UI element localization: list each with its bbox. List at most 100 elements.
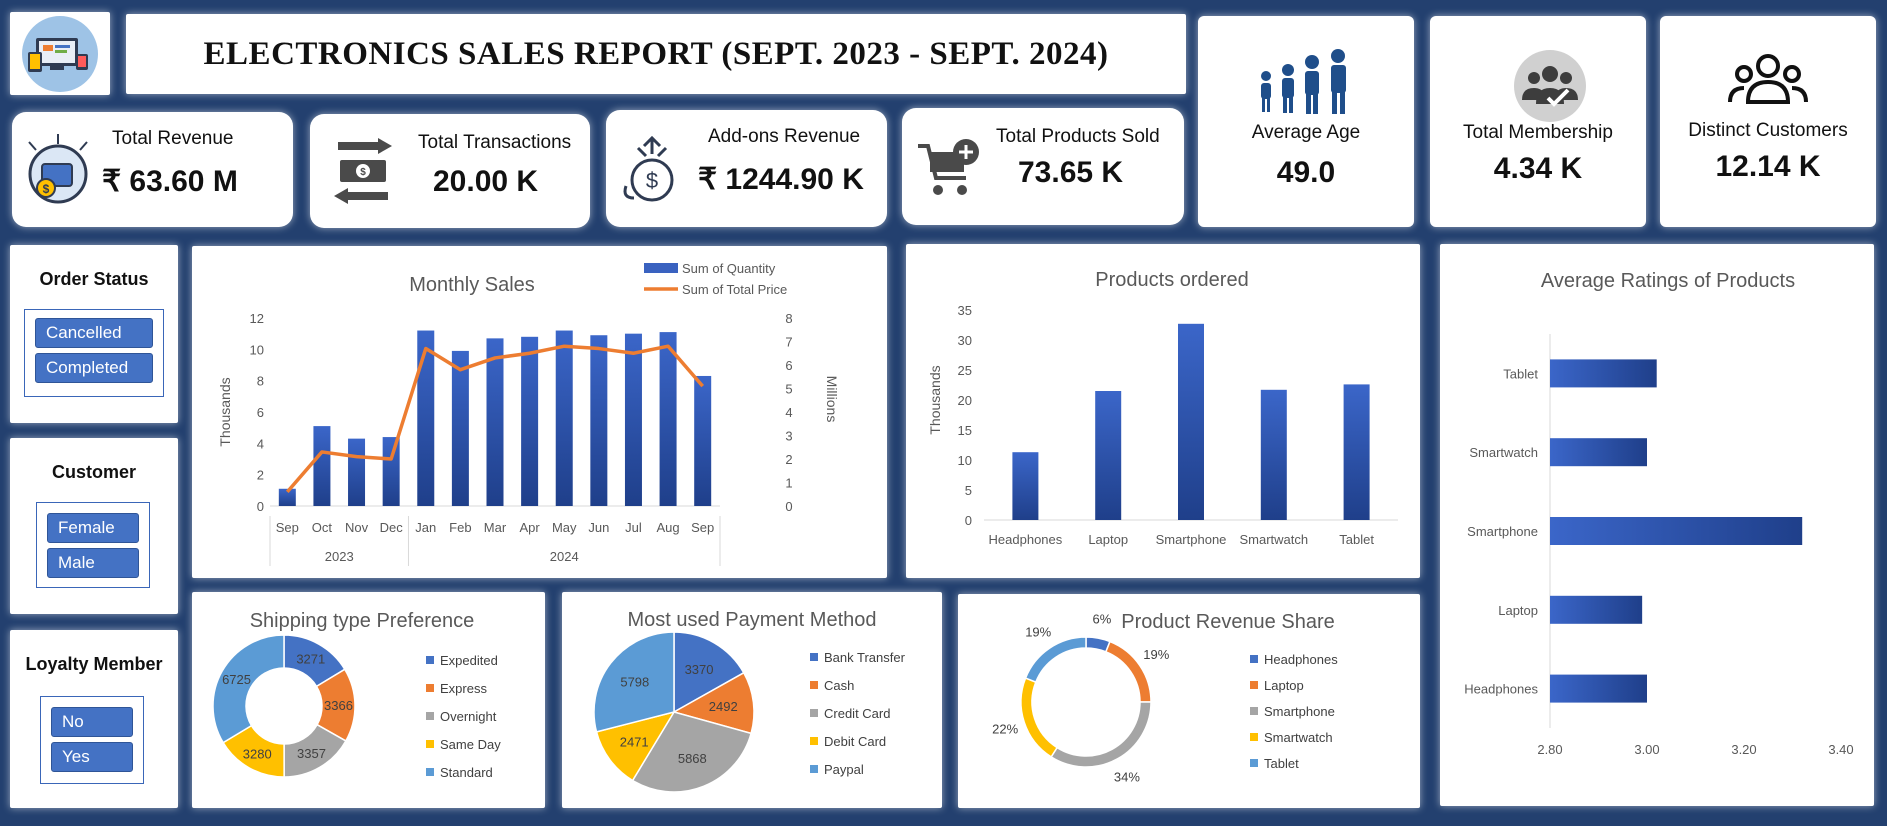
legend-swatch: [810, 653, 818, 661]
svg-text:$: $: [646, 168, 658, 193]
products-ordered-chart: Products ordered 0 5 10 15 20 25 30 35 Thousands H…: [927, 269, 1398, 547]
bar-product: [1343, 384, 1370, 520]
slice-label: 3370: [685, 662, 714, 677]
slice-label: 2492: [709, 699, 738, 714]
kpi-revenue-label: Total Revenue: [112, 128, 234, 149]
monthly-sales-chart: Monthly Sales024681012012345678Thousands…: [217, 261, 840, 566]
slice-label: 19%: [1025, 625, 1051, 640]
slicer-item-male[interactable]: Male: [47, 548, 139, 578]
y-tick-label: 25: [958, 363, 972, 378]
y-tick-label: 20: [958, 393, 972, 408]
kpi-age-value: 49.0: [1276, 156, 1336, 189]
slicer-item-yes[interactable]: Yes: [51, 742, 133, 772]
slice-label: 3280: [243, 746, 272, 761]
bar-rating: [1550, 517, 1803, 545]
legend-swatch: [1250, 759, 1258, 767]
pie-slice: [212, 634, 285, 744]
kpi-average-age: Average Age 49.0: [1198, 16, 1414, 227]
x-tick-label: Smartwatch: [1239, 532, 1308, 547]
x-tick-label: 3.20: [1731, 742, 1756, 757]
slicer-item-female[interactable]: Female: [47, 513, 139, 543]
slice-label: 34%: [1114, 769, 1140, 784]
y-tick-label: 35: [958, 303, 972, 318]
y-tick-label: 15: [958, 423, 972, 438]
x-tick-label: Mar: [484, 520, 507, 535]
slicer-loyalty-list: No Yes: [40, 696, 144, 784]
bar-quantity: [590, 335, 608, 506]
kpi-total-membership: Total Membership 4.34 K: [1430, 16, 1646, 227]
bar-rating: [1550, 359, 1657, 388]
report-title-card: ELECTRONICS SALES REPORT (SEPT. 2023 - S…: [126, 14, 1186, 94]
group-label: 2023: [325, 549, 354, 564]
chart-title: Monthly Sales: [409, 274, 535, 296]
kpi-products-value: 73.65 K: [1018, 156, 1124, 189]
logo-card: [10, 12, 110, 95]
kpi-distinct-customers: Distinct Customers 12.14 K: [1660, 16, 1876, 227]
bar-quantity: [313, 426, 331, 506]
kpi-total-revenue: $ Total Revenue ₹ 63.60 M: [12, 112, 293, 227]
legend-label: Express: [440, 681, 487, 696]
x-tick-label: Smartphone: [1156, 532, 1227, 547]
legend-label: Expedited: [440, 653, 498, 668]
users-group-icon: [1728, 54, 1808, 104]
legend-swatch: [1250, 655, 1258, 663]
bar-rating: [1550, 438, 1647, 467]
y-tick-label: 8: [257, 374, 264, 389]
legend-swatch: [426, 684, 434, 692]
chart-title: Most used Payment Method: [627, 609, 876, 631]
legend-label: Smartwatch: [1264, 730, 1333, 745]
y-tick-label: 5: [965, 483, 972, 498]
x-tick-label: Jan: [415, 520, 436, 535]
y2-tick-label: 3: [785, 429, 792, 444]
slicer-item-cancelled[interactable]: Cancelled: [35, 318, 153, 348]
y-tick-label: 30: [958, 333, 972, 348]
bar-quantity: [348, 438, 366, 506]
x-tick-label: Oct: [312, 520, 333, 535]
slicer-order-status-list: Cancelled Completed: [24, 309, 164, 397]
slice-label: 3271: [296, 652, 325, 667]
y-tick-label: 0: [257, 499, 264, 514]
report-title: ELECTRONICS SALES REPORT (SEPT. 2023 - S…: [203, 36, 1109, 72]
legend-label: Overnight: [440, 709, 497, 724]
y-tick-label: 10: [958, 453, 972, 468]
x-tick-label: Jul: [625, 520, 642, 535]
kpi-revenue-value: ₹ 63.60 M: [102, 165, 238, 198]
bar-quantity: [694, 375, 712, 506]
legend-swatch: [426, 768, 434, 776]
slice-label: 2471: [620, 735, 649, 750]
slicer-item-no[interactable]: No: [51, 707, 133, 737]
kpi-products-sold: Total Products Sold 73.65 K: [902, 108, 1184, 225]
group-label: 2024: [550, 549, 579, 564]
legend-label: Headphones: [1264, 652, 1338, 667]
slicer-order-status-title: Order Status: [39, 269, 149, 289]
legend-label: Smartphone: [1264, 704, 1335, 719]
legend-label: Paypal: [824, 762, 864, 777]
devices-logo-icon: [22, 16, 98, 92]
svg-text:$: $: [43, 182, 50, 196]
legend-label-price: Sum of Total Price: [682, 282, 787, 297]
group-check-icon: [1514, 50, 1586, 122]
slice-label: 6725: [222, 672, 251, 687]
y2-tick-label: 6: [785, 358, 792, 373]
kpi-transactions-label: Total Transactions: [418, 132, 572, 153]
pie-slice: [1024, 636, 1087, 684]
x-tick-label: Aug: [657, 520, 680, 535]
shipping-chart: Shipping type Preference 3271 Expedited 336…: [212, 610, 501, 780]
legend-swatch: [426, 740, 434, 748]
y-axis-label: Thousands: [927, 365, 943, 434]
revenue-share-panel: Product Revenue Share 6% Headphones 19% Lapt…: [958, 594, 1420, 808]
legend-label: Cash: [824, 678, 854, 693]
chart-title: Products ordered: [1095, 269, 1248, 291]
bar-product: [1178, 323, 1204, 520]
kpi-transactions-value: 20.00 K: [433, 165, 539, 198]
x-tick-label: Feb: [449, 520, 471, 535]
kpi-membership-label: Total Membership: [1463, 122, 1613, 143]
legend-swatch-quantity: [644, 263, 678, 273]
x-tick-label: Laptop: [1088, 532, 1128, 547]
slicer-item-completed[interactable]: Completed: [35, 353, 153, 383]
y2-tick-label: 8: [785, 311, 792, 326]
y-tick-label: Headphones: [1464, 682, 1538, 697]
bar-product: [1260, 389, 1287, 520]
x-tick-label: Dec: [380, 520, 404, 535]
y-tick-label: 10: [250, 342, 264, 357]
